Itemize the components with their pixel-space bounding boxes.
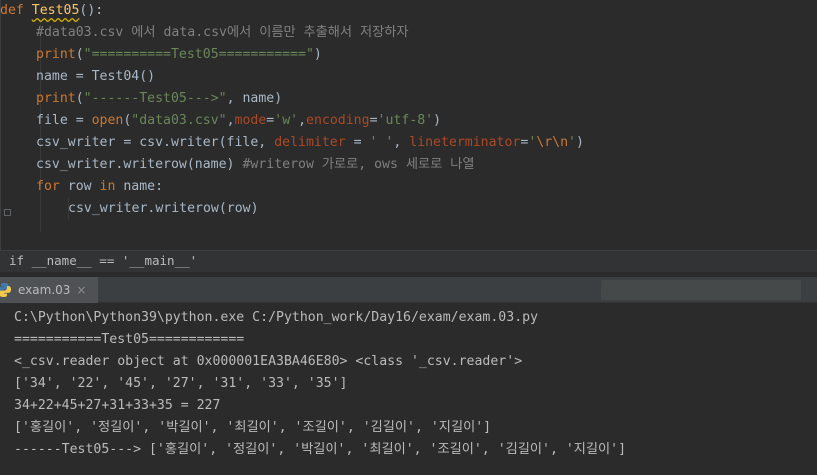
code-token: lineterminator [409, 135, 521, 150]
code-token: file = [36, 113, 92, 128]
run-tool-tabbar: exam.03 × [0, 277, 817, 303]
code-token: "------Test05--->" [83, 91, 227, 106]
code-token: delimiter [274, 135, 346, 150]
code-token: row [67, 179, 100, 194]
code-token: , [393, 135, 410, 150]
code-token: csv_writer = csv.writer(file, [36, 135, 275, 150]
code-token: ' [568, 135, 576, 150]
code-token: = [369, 113, 378, 128]
code-token: mode [234, 113, 267, 128]
code-line[interactable]: for row in name: [36, 176, 163, 198]
code-token: csv_writer.writerow(name) [36, 157, 243, 172]
code-token: Test05 [31, 3, 80, 18]
code-token: #data03.csv 에서 data.csv에서 이름만 추출해서 저장하자 [36, 25, 409, 40]
code-token: "==========Test05===========" [83, 47, 314, 62]
tab-run-exam03[interactable]: exam.03 × [0, 277, 98, 303]
console-line: ===========Test05============ [14, 332, 245, 347]
code-token: "data03.csv" [131, 113, 227, 128]
code-line[interactable]: csv_writer.writerow(name) #writerow 가로로,… [36, 154, 474, 176]
console-line: ['34', '22', '45', '27', '31', '33', '35… [14, 376, 348, 391]
code-line[interactable]: csv_writer.writerow(row) [68, 198, 259, 220]
code-token: 'w' [274, 113, 299, 128]
tabbar-scrollbar[interactable] [601, 280, 801, 300]
code-token: 'utf-8' [377, 113, 434, 128]
editor-gutter [0, 0, 1, 250]
code-token: encoding [306, 113, 370, 128]
code-line[interactable]: file = open("data03.csv",mode='w',encodi… [36, 110, 441, 132]
code-token: ) [433, 113, 442, 128]
code-token: , name) [226, 91, 283, 106]
code-token: csv_writer.writerow(row) [68, 201, 259, 216]
code-token: def [0, 3, 32, 18]
code-token: name: [123, 179, 164, 194]
console-line: C:\Python\Python39\python.exe C:/Python_… [14, 310, 539, 325]
code-token: ' ' [369, 135, 394, 150]
console-line: 34+22+45+27+31+33+35 = 227 [14, 398, 221, 413]
code-line[interactable]: csv_writer = csv.writer(file, delimiter … [36, 132, 584, 154]
close-icon[interactable]: × [76, 283, 86, 297]
python-icon [0, 283, 11, 297]
code-token: in [99, 179, 124, 194]
run-console-output[interactable]: C:\Python\Python39\python.exe C:/Python_… [0, 303, 817, 475]
code-token: print [36, 47, 76, 62]
code-token: \r\n [536, 135, 569, 150]
code-editor[interactable]: def Test05(): #data03.csv 에서 data.csv에서 이… [0, 0, 817, 250]
code-token: ( [75, 47, 84, 62]
breadcrumb[interactable]: if __name__ == '__main__' [0, 250, 817, 272]
code-token: (): [79, 3, 104, 18]
code-token: #writerow 가로로, ows 세로로 나열 [242, 157, 475, 172]
code-token: ) [313, 47, 322, 62]
console-line: ------Test05---> ['홍길이', '정길이', '박길이', '… [14, 442, 627, 457]
code-line[interactable]: #data03.csv 에서 data.csv에서 이름만 추출해서 저장하자 [36, 22, 409, 44]
code-token: print [36, 91, 76, 106]
code-token: = [345, 135, 370, 150]
code-token: ) [575, 135, 584, 150]
console-line: ['홍길이', '정길이', '박길이', '최길이', '조길이', '김길이… [14, 420, 492, 435]
code-line[interactable]: def Test05(): [0, 0, 103, 22]
code-token: open [91, 113, 124, 128]
code-token: ( [75, 91, 84, 106]
code-line[interactable]: name = Test04() [36, 66, 155, 88]
fold-marker-icon[interactable] [4, 209, 11, 216]
code-token: for [36, 179, 68, 194]
tab-label: exam.03 [18, 283, 71, 297]
code-line[interactable]: print("==========Test05===========") [36, 44, 322, 66]
console-line: <_csv.reader object at 0x000001EA3BA46E8… [14, 354, 523, 369]
code-line[interactable]: print("------Test05--->", name) [36, 88, 282, 110]
code-token: , [226, 113, 235, 128]
code-token: name = Test04() [36, 69, 156, 84]
code-token: , [298, 113, 307, 128]
